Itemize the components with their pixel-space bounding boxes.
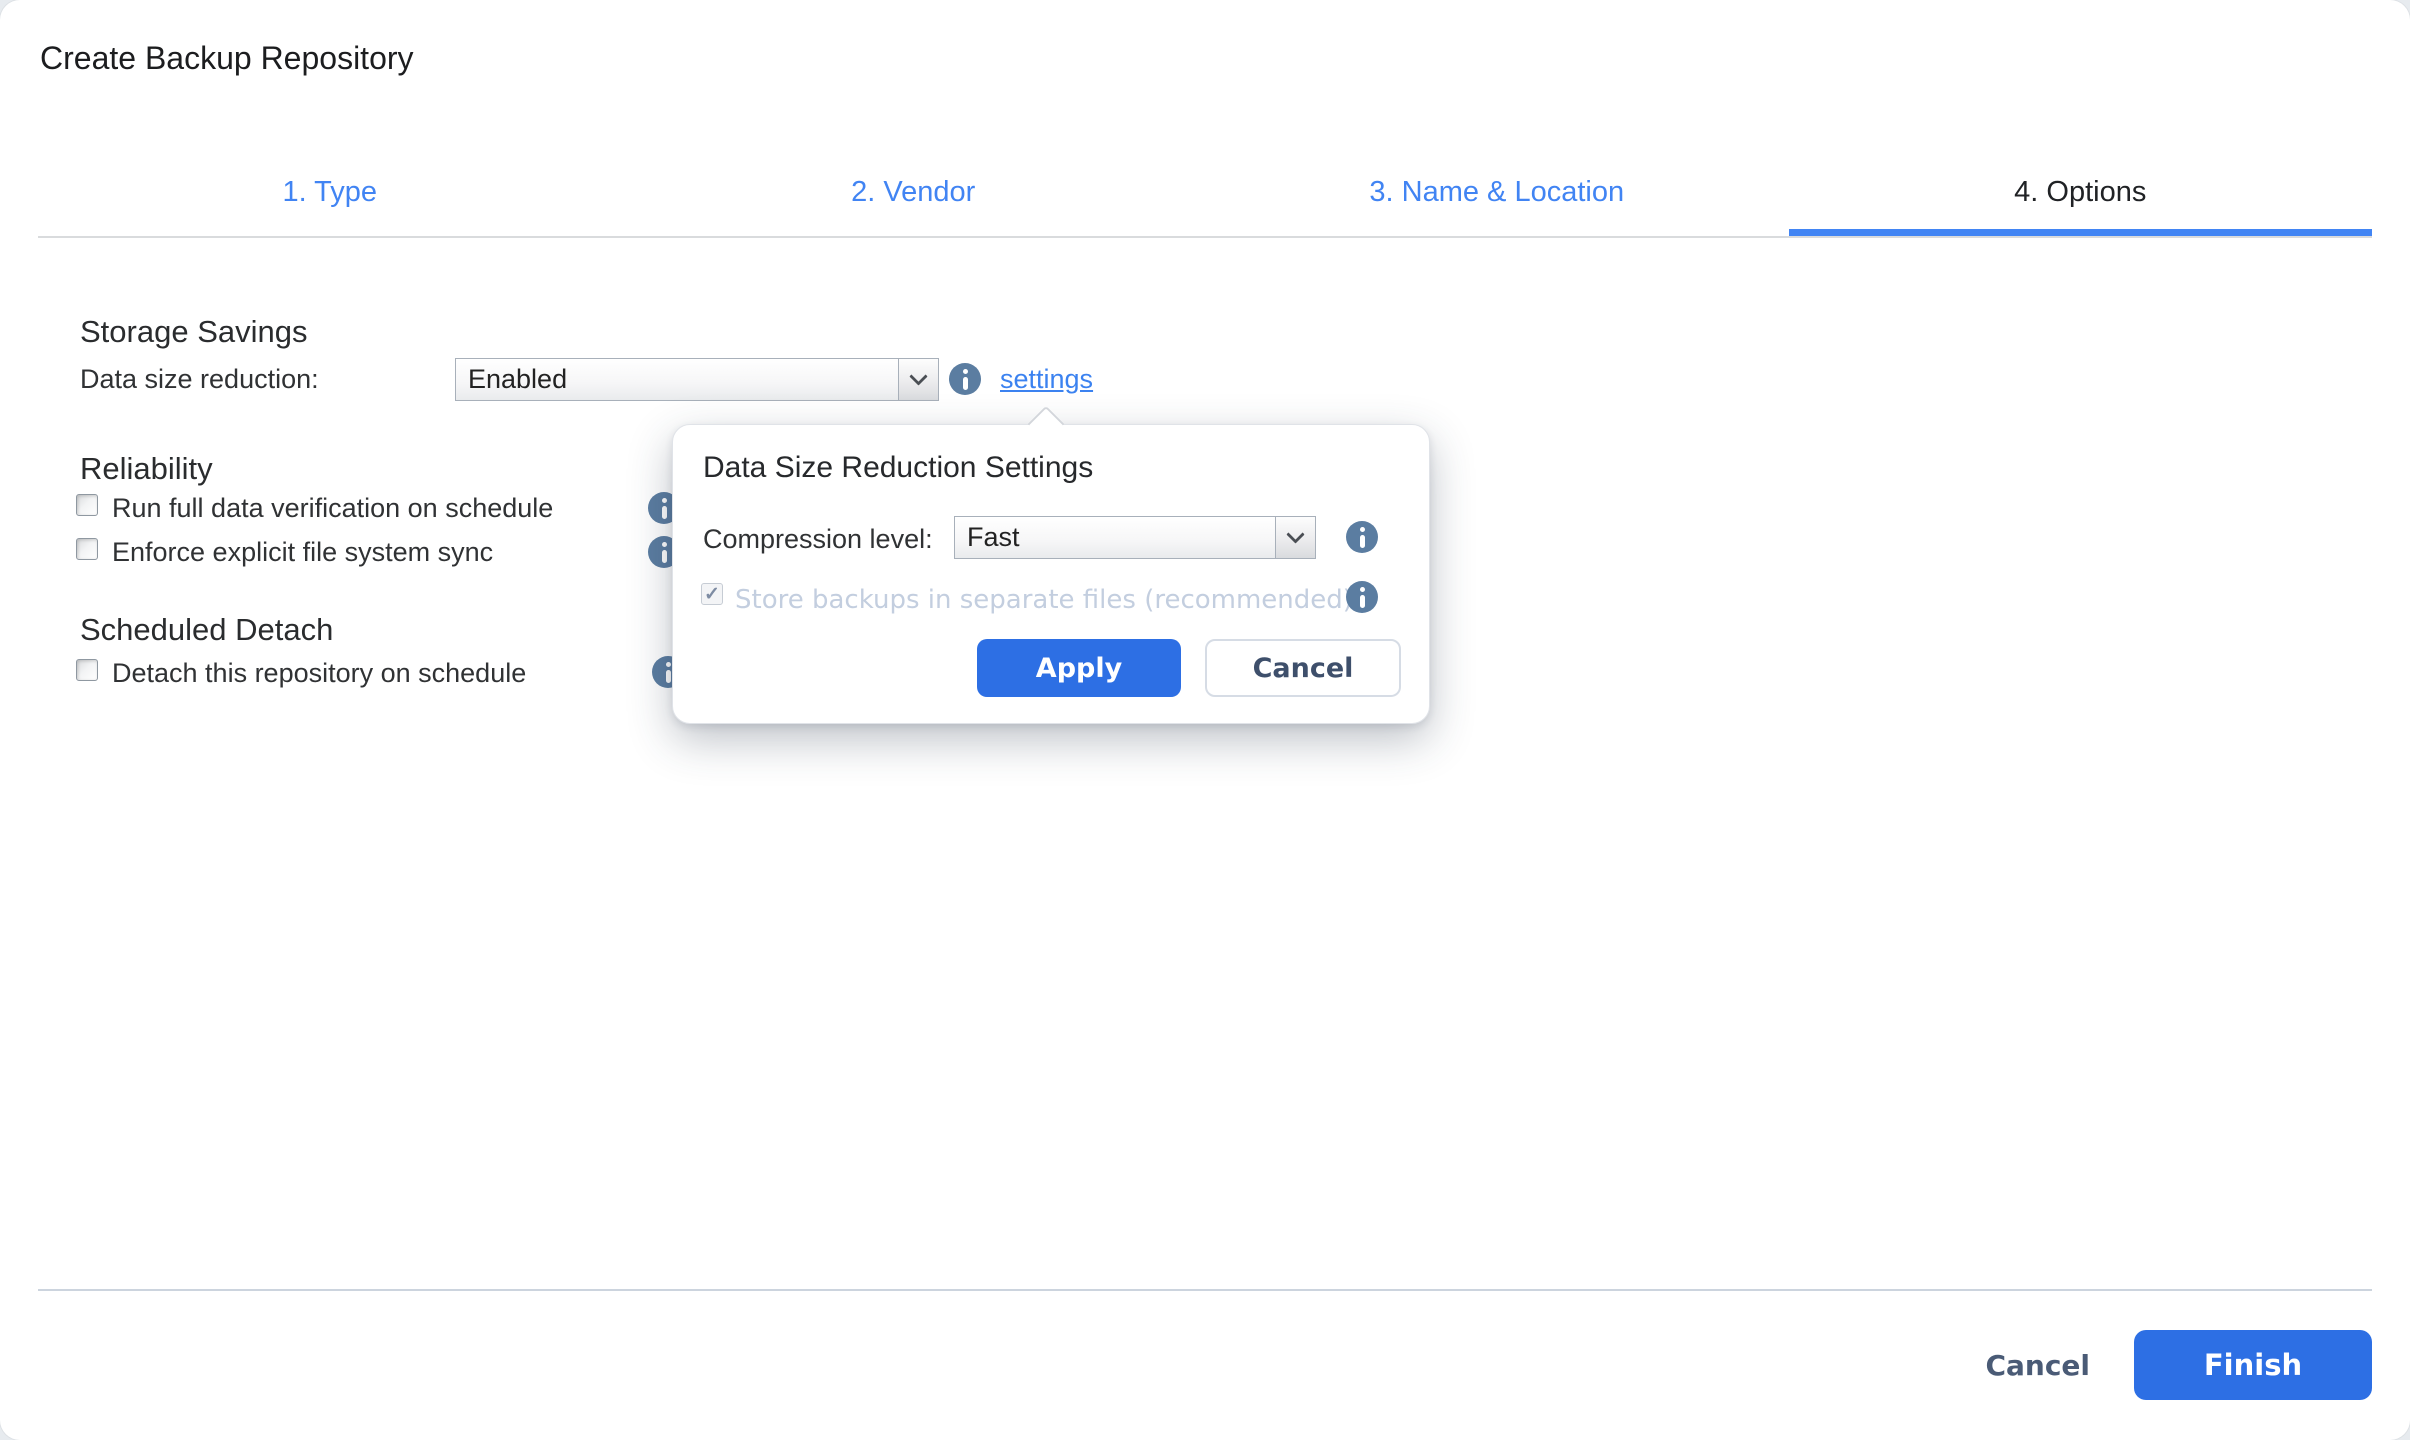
detach-on-schedule-checkbox[interactable] bbox=[76, 659, 98, 681]
popover-title: Data Size Reduction Settings bbox=[703, 451, 1094, 484]
data-size-reduction-select[interactable]: Enabled bbox=[455, 358, 939, 401]
storage-savings-heading: Storage Savings bbox=[80, 314, 308, 349]
footer-divider bbox=[38, 1289, 2372, 1291]
data-size-reduction-value: Enabled bbox=[468, 364, 568, 394]
detach-on-schedule-label: Detach this repository on schedule bbox=[112, 658, 527, 688]
compression-level-select[interactable]: Fast bbox=[954, 516, 1316, 559]
store-backups-separate-label: Store backups in separate files (recomme… bbox=[735, 585, 1353, 615]
finish-button[interactable]: Finish bbox=[2134, 1330, 2372, 1400]
tab-type-label: 1. Type bbox=[282, 175, 378, 208]
store-backups-separate-checkbox bbox=[701, 583, 723, 605]
tab-options[interactable]: 4. Options bbox=[1788, 148, 2373, 238]
tab-vendor-label: 2. Vendor bbox=[851, 175, 976, 208]
tab-vendor[interactable]: 2. Vendor bbox=[622, 148, 1206, 236]
tab-options-label: 4. Options bbox=[2014, 175, 2147, 208]
enforce-fs-sync-label: Enforce explicit file system sync bbox=[112, 537, 494, 567]
data-size-reduction-settings-link[interactable]: settings bbox=[1000, 366, 1093, 393]
compression-level-info-icon[interactable] bbox=[1346, 521, 1378, 553]
page-title: Create Backup Repository bbox=[40, 40, 414, 76]
data-size-reduction-info-icon[interactable] bbox=[949, 363, 981, 395]
enforce-fs-sync-checkbox[interactable] bbox=[76, 538, 98, 560]
tab-type[interactable]: 1. Type bbox=[38, 148, 622, 236]
store-backups-separate-info-icon[interactable] bbox=[1346, 581, 1378, 613]
chevron-down-icon[interactable] bbox=[1275, 517, 1315, 558]
wizard-step-tabs: 1. Type 2. Vendor 3. Name & Location 4. … bbox=[38, 148, 2373, 238]
popover-arrow bbox=[1027, 405, 1065, 443]
run-full-verification-label: Run full data verification on schedule bbox=[112, 493, 554, 523]
compression-level-label: Compression level: bbox=[703, 524, 933, 554]
popover-cancel-button[interactable]: Cancel bbox=[1205, 639, 1401, 697]
wizard-dialog: Create Backup Repository 1. Type 2. Vend… bbox=[0, 0, 2410, 1440]
scheduled-detach-heading: Scheduled Detach bbox=[80, 612, 334, 647]
tabs-divider bbox=[38, 236, 2372, 238]
run-full-verification-checkbox[interactable] bbox=[76, 494, 98, 516]
data-size-reduction-popover: Data Size Reduction Settings Compression… bbox=[672, 405, 1430, 724]
tab-name-location-label: 3. Name & Location bbox=[1369, 175, 1625, 208]
tab-name-location[interactable]: 3. Name & Location bbox=[1205, 148, 1789, 236]
chevron-down-icon[interactable] bbox=[898, 359, 938, 400]
reliability-heading: Reliability bbox=[80, 451, 213, 486]
apply-button[interactable]: Apply bbox=[977, 639, 1181, 697]
data-size-reduction-label: Data size reduction: bbox=[80, 364, 319, 394]
cancel-button[interactable]: Cancel bbox=[1985, 1352, 2090, 1380]
compression-level-value: Fast bbox=[967, 522, 1020, 552]
